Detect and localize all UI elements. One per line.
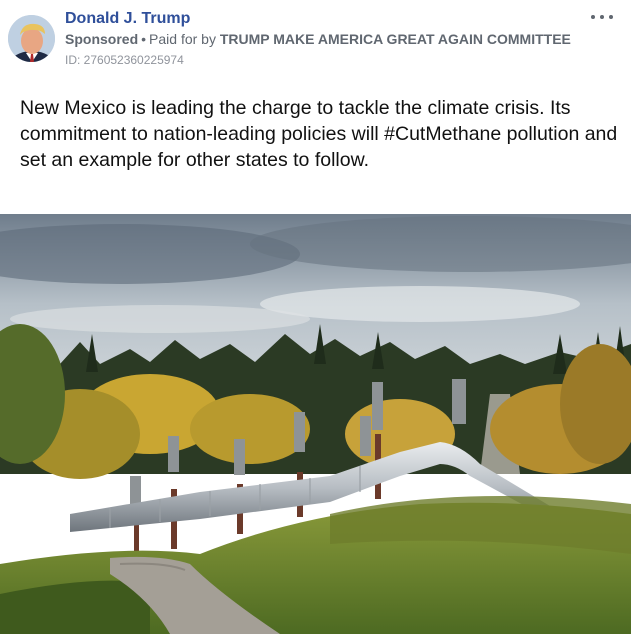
committee-name: TRUMP MAKE AMERICA GREAT AGAIN COMMITTEE	[219, 31, 571, 47]
post-body-text: New Mexico is leading the charge to tack…	[20, 97, 618, 171]
separator-dot: •	[141, 31, 147, 47]
portrait-icon	[8, 15, 55, 62]
dot	[591, 15, 595, 19]
author-avatar[interactable]	[8, 15, 55, 62]
sponsor-line: Sponsored • Paid for by TRUMP MAKE AMERICA…	[65, 31, 571, 47]
pipeline-photo-illustration	[0, 214, 631, 634]
dot	[609, 15, 613, 19]
paid-for-label: Paid for by	[149, 31, 216, 47]
sponsored-label[interactable]: Sponsored	[65, 31, 138, 47]
sponsored-post: Donald J. Trump Sponsored • Paid for by TR…	[0, 0, 631, 634]
dot	[600, 15, 604, 19]
more-options-icon[interactable]	[591, 10, 613, 24]
author-name-link[interactable]: Donald J. Trump	[65, 10, 190, 28]
ad-id: ID: 276052360225974	[65, 53, 184, 67]
pipeline-landscape-photo[interactable]	[0, 214, 631, 634]
